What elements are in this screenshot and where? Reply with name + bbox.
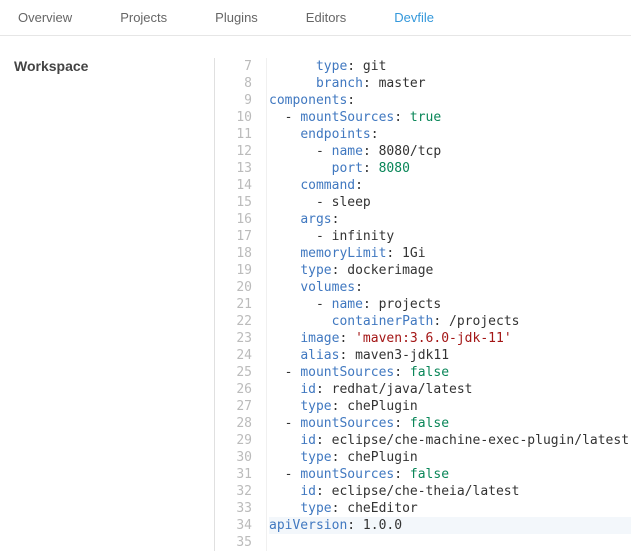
gutter-line: 18 [215, 245, 252, 262]
gutter-line: 24 [215, 347, 252, 364]
code-line[interactable]: - name: 8080/tcp [269, 143, 631, 160]
code-line[interactable]: components: [269, 92, 631, 109]
gutter-line: 21 [215, 296, 252, 313]
gutter-line: 13 [215, 160, 252, 177]
code-line[interactable]: type: chePlugin [269, 449, 631, 466]
code-line[interactable]: id: redhat/java/latest [269, 381, 631, 398]
gutter-line: 8 [215, 75, 252, 92]
gutter-line: 16 [215, 211, 252, 228]
gutter-line: 17 [215, 228, 252, 245]
tab-overview[interactable]: Overview [18, 10, 72, 25]
gutter-line: 29 [215, 432, 252, 449]
code-line[interactable]: type: cheEditor [269, 500, 631, 517]
code-line[interactable]: containerPath: /projects [269, 313, 631, 330]
gutter-line: 22 [215, 313, 252, 330]
code-line[interactable]: apiVersion: 1.0.0 [269, 517, 631, 534]
code-line[interactable]: - mountSources: false [269, 364, 631, 381]
gutter-line: 15 [215, 194, 252, 211]
code-line[interactable]: type: git [269, 58, 631, 75]
gutter-line: 14 [215, 177, 252, 194]
code-line[interactable]: endpoints: [269, 126, 631, 143]
gutter-line: 12 [215, 143, 252, 160]
gutter-line: 7 [215, 58, 252, 75]
code-line[interactable]: - infinity [269, 228, 631, 245]
devfile-editor[interactable]: 7891011121314151617181920212223242526272… [214, 58, 631, 551]
code-line[interactable]: branch: master [269, 75, 631, 92]
gutter-line: 32 [215, 483, 252, 500]
gutter-line: 30 [215, 449, 252, 466]
tab-devfile[interactable]: Devfile [394, 10, 434, 25]
content: Workspace 789101112131415161718192021222… [0, 36, 631, 551]
editor-gutter: 7891011121314151617181920212223242526272… [215, 58, 267, 551]
code-line[interactable]: id: eclipse/che-machine-exec-plugin/late… [269, 432, 631, 449]
code-line[interactable]: image: 'maven:3.6.0-jdk-11' [269, 330, 631, 347]
code-line[interactable]: - mountSources: false [269, 466, 631, 483]
code-line[interactable]: - sleep [269, 194, 631, 211]
gutter-line: 23 [215, 330, 252, 347]
gutter-line: 20 [215, 279, 252, 296]
tab-plugins[interactable]: Plugins [215, 10, 258, 25]
code-line[interactable]: - mountSources: true [269, 109, 631, 126]
code-line[interactable]: type: chePlugin [269, 398, 631, 415]
gutter-line: 28 [215, 415, 252, 432]
gutter-line: 19 [215, 262, 252, 279]
gutter-line: 34 [215, 517, 252, 534]
tab-editors[interactable]: Editors [306, 10, 346, 25]
code-line[interactable]: args: [269, 211, 631, 228]
gutter-line: 10 [215, 109, 252, 126]
code-line[interactable]: id: eclipse/che-theia/latest [269, 483, 631, 500]
code-line[interactable]: type: dockerimage [269, 262, 631, 279]
gutter-line: 31 [215, 466, 252, 483]
gutter-line: 25 [215, 364, 252, 381]
code-line[interactable]: - name: projects [269, 296, 631, 313]
tab-bar: Overview Projects Plugins Editors Devfile [0, 0, 631, 36]
code-line[interactable]: command: [269, 177, 631, 194]
code-line[interactable]: alias: maven3-jdk11 [269, 347, 631, 364]
gutter-line: 9 [215, 92, 252, 109]
sidebar: Workspace [0, 58, 214, 551]
gutter-line: 26 [215, 381, 252, 398]
gutter-line: 11 [215, 126, 252, 143]
tab-projects[interactable]: Projects [120, 10, 167, 25]
editor-code[interactable]: type: git branch: mastercomponents: - mo… [267, 58, 631, 551]
code-line[interactable]: port: 8080 [269, 160, 631, 177]
gutter-line: 33 [215, 500, 252, 517]
code-line[interactable]: volumes: [269, 279, 631, 296]
gutter-line: 35 [215, 534, 252, 551]
sidebar-title: Workspace [14, 58, 88, 74]
gutter-line: 27 [215, 398, 252, 415]
code-line[interactable]: memoryLimit: 1Gi [269, 245, 631, 262]
code-line[interactable]: - mountSources: false [269, 415, 631, 432]
